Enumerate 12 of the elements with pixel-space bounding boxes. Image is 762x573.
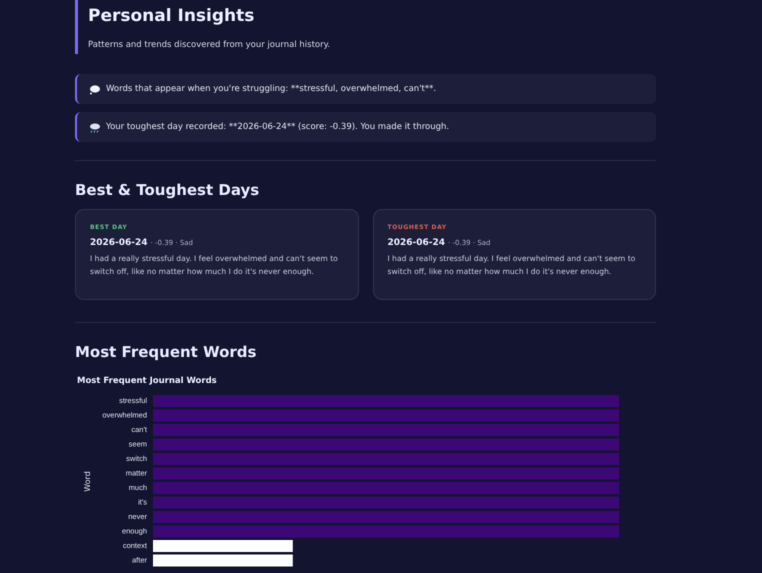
section-title: Most Frequent Words [75, 343, 258, 361]
day-date: 2026-06-24 [90, 238, 148, 248]
insight-text: Your toughest day recorded: **2026-06-24** (score: -0.39). You made it through. [106, 122, 450, 132]
rain-cloud-icon [89, 122, 101, 132]
page-title: Personal Insights [88, 6, 256, 26]
speech-bubble-icon [89, 84, 101, 94]
section-title: Best & Toughest Days [75, 181, 260, 199]
chart-title: Most Frequent Journal Words [77, 376, 218, 386]
day-date: 2026-06-24 [388, 238, 446, 248]
insight-text: Words that appear when you're struggling: **stressful, overwhelmed, can't**. [106, 84, 436, 94]
page-subtitle: Patterns and trends discovered from your journal history. [88, 40, 332, 50]
axis-label: Word [82, 470, 92, 492]
